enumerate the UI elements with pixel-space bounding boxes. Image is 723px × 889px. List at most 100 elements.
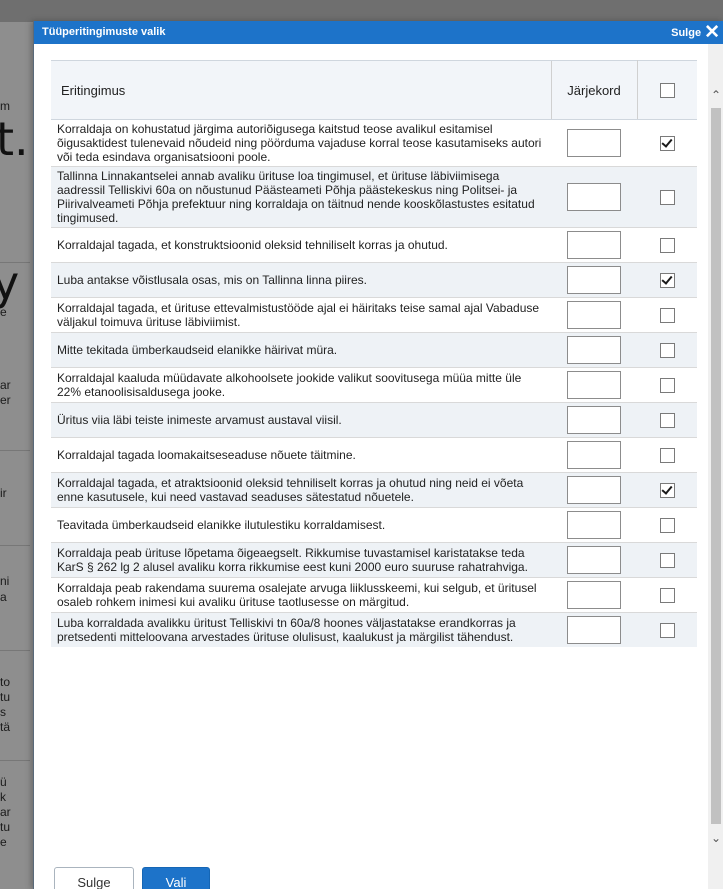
- order-input[interactable]: [567, 336, 621, 364]
- order-input[interactable]: [567, 581, 621, 609]
- select-all-checkbox[interactable]: [659, 83, 675, 99]
- background-text-fragment: a: [0, 590, 7, 604]
- select-cell: [637, 332, 697, 368]
- table-row: Korraldajal tagada, et ürituse ettevalmi…: [51, 297, 697, 333]
- table-body: Korraldaja on kohustatud järgima autoriõ…: [51, 119, 697, 647]
- condition-checkbox[interactable]: [659, 237, 675, 253]
- condition-checkbox[interactable]: [659, 482, 675, 498]
- table-row: Luba antakse võistlusala osas, mis on Ta…: [51, 262, 697, 298]
- select-cell: [637, 542, 697, 578]
- close-label: Sulge: [671, 26, 702, 39]
- order-input[interactable]: [567, 441, 621, 469]
- background-text-fragment: ni: [0, 574, 10, 588]
- close-button[interactable]: Sulge ✕: [671, 23, 720, 42]
- condition-checkbox[interactable]: [659, 412, 675, 428]
- background-divider: [0, 650, 30, 651]
- order-input[interactable]: [567, 406, 621, 434]
- vertical-scrollbar[interactable]: ⌃ ⌄: [708, 44, 723, 889]
- scroll-up-icon[interactable]: ⌃: [708, 86, 723, 104]
- select-cell: [637, 166, 697, 228]
- table-row: Teavitada ümberkaudseid elanikke ilutule…: [51, 507, 697, 543]
- background-divider: [0, 545, 30, 546]
- select-cell: [637, 227, 697, 263]
- condition-text: Korraldajal tagada, et ürituse ettevalmi…: [51, 297, 551, 333]
- condition-text: Korraldajal tagada loomakaitseseaduse nõ…: [51, 437, 551, 473]
- condition-text: Üritus viia läbi teiste inimeste arvamus…: [51, 402, 551, 438]
- background-text-fragment: e: [0, 835, 7, 849]
- order-input[interactable]: [567, 476, 621, 504]
- condition-checkbox[interactable]: [659, 517, 675, 533]
- scroll-thumb[interactable]: [711, 108, 721, 824]
- background-topbar: [0, 0, 723, 22]
- cancel-button[interactable]: Sulge: [54, 867, 134, 889]
- condition-checkbox[interactable]: [659, 622, 675, 638]
- table-row: Korraldaja peab rakendama suurema osalej…: [51, 577, 697, 613]
- condition-checkbox[interactable]: [659, 307, 675, 323]
- table-row: Korraldajal tagada, et konstruktsioonid …: [51, 227, 697, 263]
- condition-text: Luba antakse võistlusala osas, mis on Ta…: [51, 262, 551, 298]
- order-cell: [551, 542, 637, 578]
- table-row: Korraldajal tagada loomakaitseseaduse nõ…: [51, 437, 697, 473]
- order-input[interactable]: [567, 183, 621, 211]
- select-cell: [637, 507, 697, 543]
- select-cell: [637, 297, 697, 333]
- order-input[interactable]: [567, 301, 621, 329]
- dialog-titlebar: Tüüperitingimuste valik Sulge ✕: [34, 21, 723, 44]
- condition-checkbox[interactable]: [659, 135, 675, 151]
- condition-checkbox[interactable]: [659, 587, 675, 603]
- condition-text: Korraldajal tagada, et konstruktsioonid …: [51, 227, 551, 263]
- table-row: Korraldaja on kohustatud järgima autoriõ…: [51, 119, 697, 167]
- condition-selection-dialog: Tüüperitingimuste valik Sulge ✕ Eritingi…: [33, 21, 723, 889]
- background-text-fragment: er: [0, 393, 11, 407]
- select-button[interactable]: Vali: [142, 867, 210, 889]
- background-text-fragment: m: [0, 99, 10, 113]
- condition-text: Korraldajal tagada, et atraktsioonid ole…: [51, 472, 551, 508]
- order-cell: [551, 577, 637, 613]
- condition-checkbox[interactable]: [659, 189, 675, 205]
- select-cell: [637, 437, 697, 473]
- table-row: Luba korraldada avalikku üritust Tellisk…: [51, 612, 697, 647]
- close-icon: ✕: [704, 22, 720, 43]
- condition-checkbox[interactable]: [659, 272, 675, 288]
- select-cell: [637, 472, 697, 508]
- background-divider: [0, 262, 30, 263]
- condition-text: Mitte tekitada ümberkaudseid elanikke hä…: [51, 332, 551, 368]
- order-cell: [551, 367, 637, 403]
- order-input[interactable]: [567, 129, 621, 157]
- column-header-select-all: [637, 60, 697, 120]
- order-input[interactable]: [567, 371, 621, 399]
- order-input[interactable]: [567, 231, 621, 259]
- condition-text: Luba korraldada avalikku üritust Tellisk…: [51, 612, 551, 647]
- order-input[interactable]: [567, 511, 621, 539]
- select-cell: [637, 577, 697, 613]
- order-cell: [551, 507, 637, 543]
- background-text-fragment: e: [0, 305, 7, 319]
- condition-checkbox[interactable]: [659, 447, 675, 463]
- select-cell: [637, 367, 697, 403]
- background-text-fragment: ar: [0, 805, 11, 819]
- condition-checkbox[interactable]: [659, 377, 675, 393]
- condition-checkbox[interactable]: [659, 552, 675, 568]
- order-cell: [551, 227, 637, 263]
- background-text-fragment: k: [0, 790, 6, 804]
- select-cell: [637, 402, 697, 438]
- table-row: Mitte tekitada ümberkaudseid elanikke hä…: [51, 332, 697, 368]
- order-input[interactable]: [567, 546, 621, 574]
- condition-checkbox[interactable]: [659, 342, 675, 358]
- select-cell: [637, 262, 697, 298]
- scroll-down-icon[interactable]: ⌄: [708, 829, 723, 847]
- condition-text: Korraldajal kaaluda müüdavate alkohoolse…: [51, 367, 551, 403]
- order-input[interactable]: [567, 616, 621, 644]
- background-text-fragment: ü: [0, 775, 7, 789]
- order-cell: [551, 262, 637, 298]
- select-cell: [637, 119, 697, 167]
- table-row: Korraldaja peab ürituse lõpetama õigeaeg…: [51, 542, 697, 578]
- order-cell: [551, 166, 637, 228]
- condition-text: Tallinna Linnakantselei annab avaliku ür…: [51, 166, 551, 228]
- order-input[interactable]: [567, 266, 621, 294]
- table-row: Korraldajal tagada, et atraktsioonid ole…: [51, 472, 697, 508]
- order-cell: [551, 119, 637, 167]
- background-text-fragment: tu: [0, 690, 11, 704]
- background-text-fragment: to: [0, 675, 11, 689]
- order-cell: [551, 402, 637, 438]
